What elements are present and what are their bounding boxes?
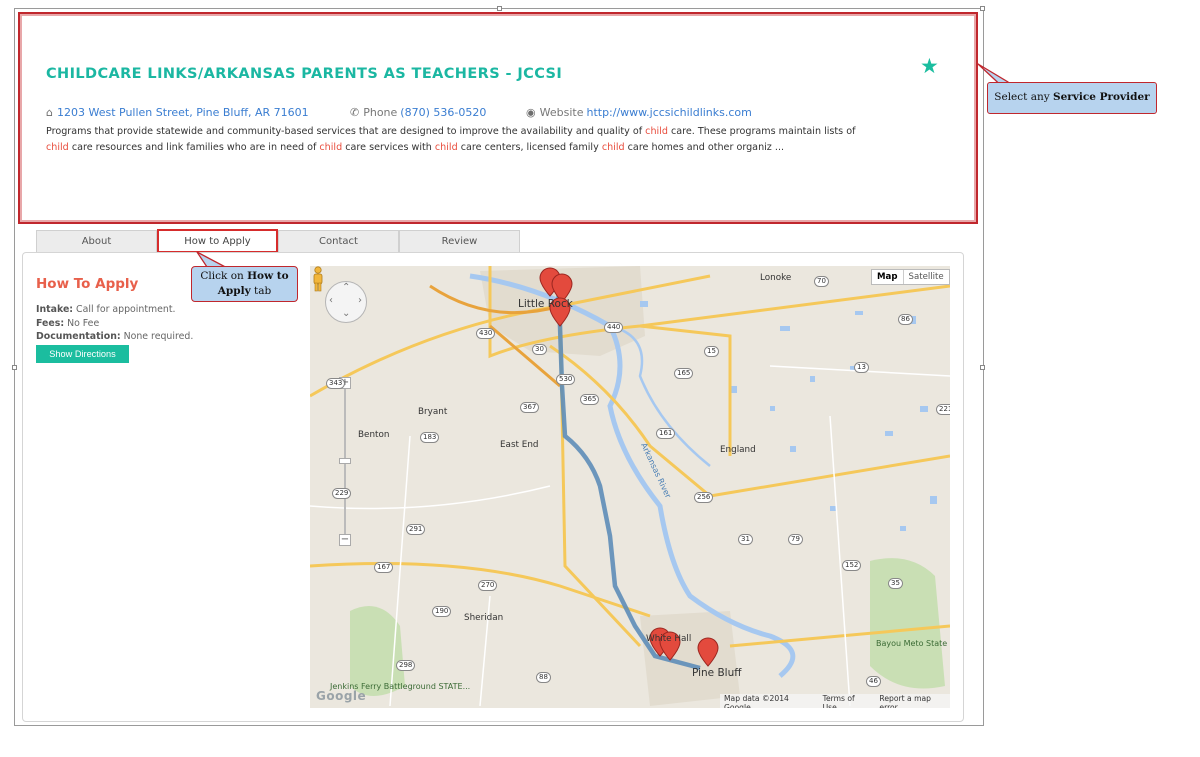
- terms-of-use-link[interactable]: Terms of Use: [823, 694, 868, 708]
- route-shield: 35: [888, 578, 903, 589]
- show-directions-button[interactable]: Show Directions: [36, 345, 129, 363]
- route-shield: 46: [866, 676, 881, 687]
- route-shield: 229: [332, 488, 352, 499]
- route-shield: 256: [694, 492, 714, 503]
- phone-icon: ✆: [350, 106, 360, 119]
- map-place: White Hall: [646, 634, 692, 644]
- map-place: England: [720, 445, 756, 455]
- callout-select-provider: Select any Service Provider: [987, 82, 1157, 114]
- globe-icon: ◉: [526, 106, 536, 119]
- map-type-control: Map Satellite: [871, 269, 950, 285]
- intake-line: Intake: Call for appointment.: [36, 304, 176, 315]
- route-shield: 221: [936, 404, 950, 415]
- route-shield: 70: [814, 276, 829, 287]
- route-shield: 30: [532, 344, 547, 355]
- resize-handle[interactable]: [980, 6, 985, 11]
- website-link[interactable]: http://www.jccsichildlinks.com: [586, 106, 751, 119]
- map-place: Bayou Meto State Game Area: [876, 639, 950, 648]
- route-shield: 367: [520, 402, 540, 413]
- directions-map[interactable]: Little Rock Lonoke Bryant Benton East En…: [310, 266, 950, 708]
- tab-contact[interactable]: Contact: [278, 230, 399, 252]
- map-type-map-button[interactable]: Map: [872, 270, 904, 284]
- route-shield: 13: [854, 362, 869, 373]
- documentation-line: Documentation: None required.: [36, 331, 194, 342]
- route-shield: 31: [738, 534, 753, 545]
- tab-review[interactable]: Review: [399, 230, 520, 252]
- address-link[interactable]: 1203 West Pullen Street, Pine Bluff, AR …: [57, 106, 309, 119]
- provider-info-row: ⌂ 1203 West Pullen Street, Pine Bluff, A…: [46, 106, 752, 119]
- route-shield: 270: [478, 580, 498, 591]
- pan-control[interactable]: ⌃ ⌄ ‹ ›: [325, 281, 367, 323]
- pan-right-icon[interactable]: ›: [358, 295, 362, 306]
- phone-label: Phone: [363, 106, 398, 119]
- provider-title[interactable]: CHILDCARE LINKS/ARKANSAS PARENTS AS TEAC…: [46, 66, 562, 82]
- website-item: ◉ Website http://www.jccsichildlinks.com: [526, 106, 752, 119]
- route-shield: 88: [536, 672, 551, 683]
- pan-down-icon[interactable]: ⌄: [342, 308, 350, 319]
- route-shield: 190: [432, 606, 452, 617]
- tab-about[interactable]: About: [36, 230, 157, 252]
- address-item: ⌂ 1203 West Pullen Street, Pine Bluff, A…: [46, 106, 350, 119]
- map-place: Bryant: [418, 407, 448, 417]
- map-place: Benton: [358, 430, 390, 440]
- apply-heading: How To Apply: [36, 276, 139, 292]
- resize-handle[interactable]: [497, 6, 502, 11]
- pan-up-icon[interactable]: ⌃: [342, 282, 350, 293]
- resize-handle[interactable]: [12, 365, 17, 370]
- route-shield: 152: [842, 560, 862, 571]
- resize-handle[interactable]: [980, 365, 985, 370]
- map-place: Pine Bluff: [692, 667, 742, 679]
- route-shield: 365: [580, 394, 600, 405]
- route-shield: 440: [604, 322, 624, 333]
- tab-bar: About How to Apply Contact Review: [36, 229, 520, 253]
- website-label: Website: [539, 106, 584, 119]
- route-shield: 430: [476, 328, 496, 339]
- map-data-credit: Map data ©2014 Google: [724, 694, 789, 708]
- pan-left-icon[interactable]: ‹: [329, 295, 333, 306]
- map-place: Sheridan: [464, 613, 504, 623]
- route-shield: 165: [674, 368, 694, 379]
- route-shield: 183: [420, 432, 440, 443]
- route-shield: 15: [704, 346, 719, 357]
- phone-link[interactable]: (870) 536-0520: [400, 106, 486, 119]
- map-place: East End: [500, 440, 539, 450]
- map-type-satellite-button[interactable]: Satellite: [904, 270, 949, 284]
- route-shield: 167: [374, 562, 394, 573]
- map-place: Lonoke: [760, 273, 792, 283]
- callout-how-to-apply: Click on How to Apply tab: [191, 266, 298, 302]
- report-map-error-link[interactable]: Report a map error: [879, 694, 946, 708]
- map-canvas[interactable]: [310, 266, 950, 708]
- route-shield: 291: [406, 524, 426, 535]
- phone-item: ✆ Phone (870) 536-0520: [350, 106, 526, 119]
- zoom-out-button[interactable]: −: [339, 534, 351, 546]
- map-place: Little Rock: [518, 298, 573, 310]
- street-view-pegman-icon[interactable]: [310, 266, 326, 292]
- route-shield: 343: [326, 378, 346, 389]
- route-shield: 298: [396, 660, 416, 671]
- map-attribution: Map data ©2014 Google Terms of Use Repor…: [720, 694, 950, 708]
- home-icon: ⌂: [46, 106, 53, 119]
- fees-line: Fees: No Fee: [36, 318, 100, 329]
- zoom-slider-track[interactable]: [344, 389, 346, 539]
- star-icon[interactable]: ★: [920, 54, 939, 78]
- route-shield: 530: [556, 374, 576, 385]
- google-logo: Google: [316, 689, 367, 703]
- zoom-slider-handle[interactable]: [339, 458, 351, 464]
- route-shield: 161: [656, 428, 676, 439]
- route-shield: 79: [788, 534, 803, 545]
- provider-description: Programs that provide statewide and comm…: [46, 126, 856, 153]
- route-shield: 86: [898, 314, 913, 325]
